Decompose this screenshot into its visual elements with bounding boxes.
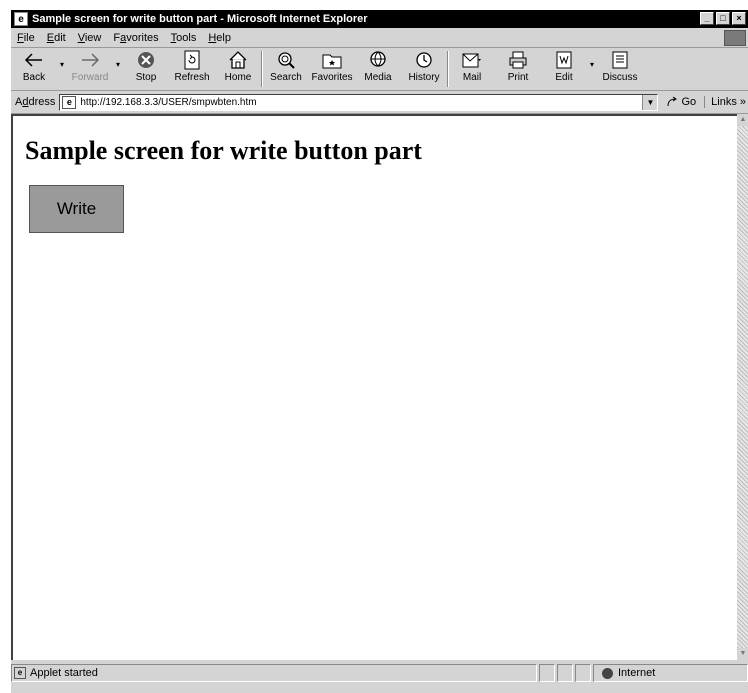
menu-bar: File Edit View Favorites Tools Help: [11, 29, 748, 48]
edit-button[interactable]: Edit: [541, 48, 587, 90]
title-bar: e Sample screen for write button part - …: [11, 10, 748, 28]
status-bar: e Applet started Internet: [11, 661, 748, 685]
back-dropdown-icon[interactable]: ▾: [57, 48, 67, 69]
vertical-scrollbar[interactable]: ▲ ▼: [737, 114, 748, 660]
status-text: Applet started: [30, 667, 98, 679]
edit-dropdown-icon[interactable]: ▾: [587, 48, 597, 69]
page-icon: e: [62, 95, 77, 109]
printer-icon: [507, 50, 529, 70]
status-cell: [557, 664, 573, 682]
scroll-up-arrow-icon[interactable]: ▲: [737, 114, 748, 126]
refresh-icon: [181, 50, 203, 70]
page-heading: Sample screen for write button part: [25, 136, 422, 165]
standard-toolbar: Back ▾ Forward ▾ Stop Refresh Home Searc…: [11, 48, 748, 91]
discuss-document-icon: [609, 50, 631, 70]
status-cell: [539, 664, 555, 682]
edit-document-icon: [553, 50, 575, 70]
stop-icon: [135, 50, 157, 70]
status-cell: [575, 664, 591, 682]
favorites-folder-icon: [321, 50, 343, 70]
write-button[interactable]: Write: [29, 185, 124, 233]
print-button[interactable]: Print: [495, 48, 541, 90]
discuss-button[interactable]: Discuss: [597, 48, 643, 90]
history-clock-icon: [413, 50, 435, 70]
mail-button[interactable]: Mail: [449, 48, 495, 90]
close-button[interactable]: ×: [732, 12, 746, 25]
back-arrow-icon: [23, 50, 45, 70]
media-button[interactable]: Media: [355, 48, 401, 90]
forward-button[interactable]: Forward: [67, 48, 113, 90]
address-input[interactable]: e http://192.168.3.3/USER/smpwbten.htm ▼: [59, 93, 659, 111]
forward-dropdown-icon[interactable]: ▾: [113, 48, 123, 69]
favorites-button[interactable]: Favorites: [309, 48, 355, 90]
window-controls: _ □ ×: [700, 12, 746, 25]
page-content: Sample screen for write button part Writ…: [11, 114, 737, 660]
menu-file[interactable]: File: [11, 32, 41, 44]
zone-label: Internet: [618, 667, 656, 679]
address-label: Address: [15, 96, 56, 108]
address-dropdown-icon[interactable]: ▼: [642, 94, 658, 110]
home-button[interactable]: Home: [215, 48, 261, 90]
window-title: Sample screen for write button part - Mi…: [32, 13, 368, 25]
menu-favorites[interactable]: Favorites: [107, 32, 164, 44]
browser-window: e Sample screen for write button part - …: [10, 9, 748, 693]
history-button[interactable]: History: [401, 48, 447, 90]
stop-button[interactable]: Stop: [123, 48, 169, 90]
menu-tools[interactable]: Tools: [165, 32, 203, 44]
maximize-button[interactable]: □: [716, 12, 730, 25]
media-globe-icon: [367, 50, 389, 70]
ie-logo-icon: e: [14, 12, 28, 26]
links-button[interactable]: Links »: [704, 96, 748, 108]
status-message-panel: e Applet started: [11, 664, 537, 682]
windows-logo-icon: [724, 30, 746, 46]
search-button[interactable]: Search: [263, 48, 309, 90]
forward-arrow-icon: [79, 50, 101, 70]
scroll-down-arrow-icon[interactable]: ▼: [737, 648, 748, 660]
go-arrow-icon: [667, 96, 678, 107]
refresh-button[interactable]: Refresh: [169, 48, 215, 90]
address-url: http://192.168.3.3/USER/smpwbten.htm: [80, 96, 257, 108]
back-button[interactable]: Back: [11, 48, 57, 90]
menu-help[interactable]: Help: [202, 32, 237, 44]
menu-edit[interactable]: Edit: [41, 32, 72, 44]
address-bar: Address e http://192.168.3.3/USER/smpwbt…: [11, 91, 748, 114]
minimize-button[interactable]: _: [700, 12, 714, 25]
menu-view[interactable]: View: [72, 32, 108, 44]
internet-globe-icon: [602, 667, 613, 679]
security-zone: Internet: [593, 664, 748, 682]
search-icon: [275, 50, 297, 70]
home-icon: [227, 50, 249, 70]
go-button[interactable]: Go: [658, 96, 704, 108]
page-status-icon: e: [14, 667, 26, 679]
mail-icon: [461, 50, 483, 70]
